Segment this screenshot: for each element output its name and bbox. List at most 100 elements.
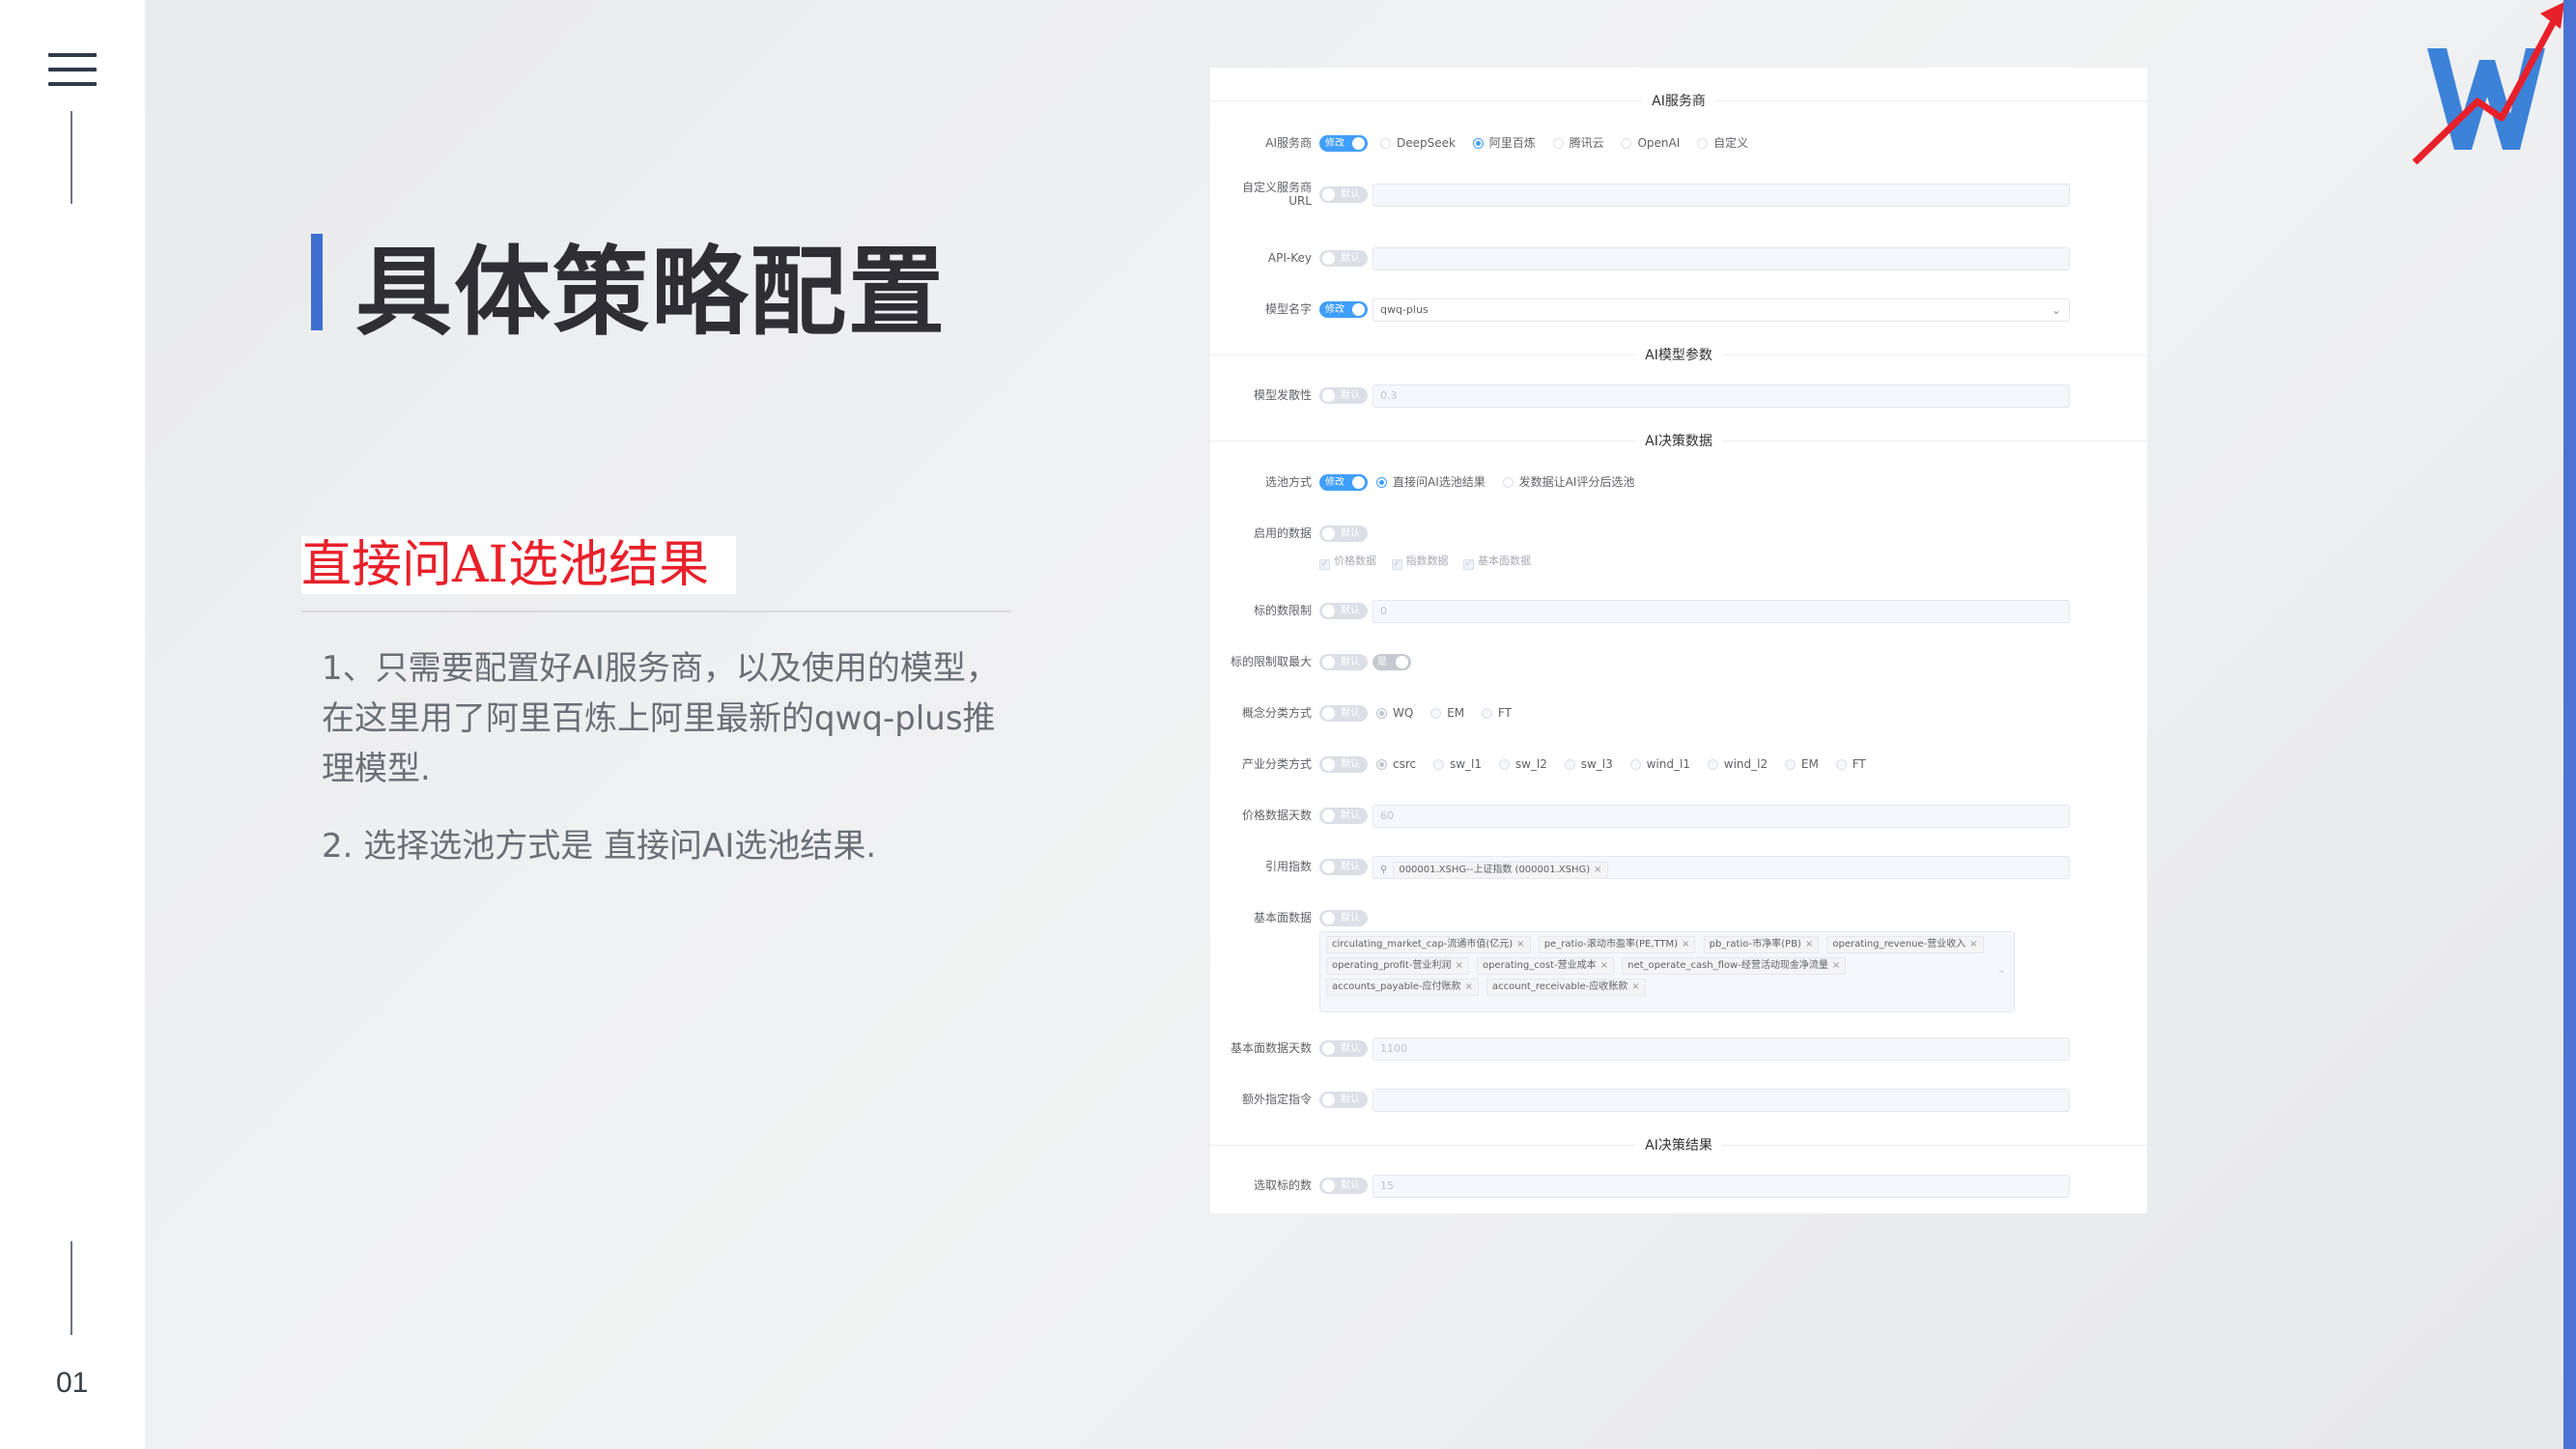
default-switch[interactable]: 默认	[1319, 705, 1368, 722]
ref-index-multiselect[interactable]: ⚲ 000001.XSHG--上证指数 (000001.XSHG) ×	[1373, 856, 2070, 879]
section-decision-data: AI决策数据	[1210, 430, 2147, 453]
field-label: 价格数据天数	[1241, 809, 1312, 822]
default-switch[interactable]: 默认	[1319, 1178, 1368, 1194]
row-fundamentals: 基本面数据 默认	[1210, 903, 2147, 932]
field-label: 选池方式	[1264, 475, 1312, 489]
api-key-input[interactable]	[1373, 247, 2070, 270]
fund-days-input[interactable]: 1100	[1373, 1037, 2070, 1061]
close-icon[interactable]: ×	[1594, 865, 1601, 875]
checkbox-index-data[interactable]: ✓ 指数数据	[1391, 553, 1449, 570]
close-icon[interactable]: ×	[1516, 939, 1524, 950]
tag-chip: pb_ratio-市净率(PB) ×	[1703, 936, 1820, 953]
tag-chip: 000001.XSHG--上证指数 (000001.XSHG) ×	[1393, 862, 1608, 879]
row-select-mode: 选池方式 修改 直接问AI选池结果 发数据让AI评分后选池	[1210, 468, 2147, 497]
close-icon[interactable]: ×	[1631, 981, 1639, 992]
row-fundamentals-tags: circulating_market_cap-流通市值(亿元) × pe_rati…	[1210, 931, 2147, 1014]
row-extra-cmd: 额外指定指令 默认	[1210, 1085, 2147, 1114]
close-icon[interactable]: ×	[1455, 960, 1462, 971]
close-icon[interactable]: ×	[1832, 960, 1840, 971]
pick-count-input[interactable]: 15	[1373, 1175, 2070, 1198]
tag-chip: operating_cost-营业成本 ×	[1476, 957, 1614, 975]
radio-wind-l1[interactable]: wind_l1	[1629, 750, 1690, 779]
field-label: 产业分类方式	[1241, 757, 1312, 771]
radio-sw-l2[interactable]: sw_l2	[1498, 750, 1547, 779]
row-pick-count: 选取标的数 默认 15	[1210, 1171, 2147, 1200]
section-title: AI服务商	[1642, 90, 1715, 113]
field-label: 自定义服务商 URL	[1241, 181, 1312, 208]
search-icon: ⚲	[1380, 865, 1388, 875]
radio-tencent-cloud[interactable]: 腾讯云	[1552, 128, 1604, 157]
row-limit-max: 标的限制取最大 默认 是	[1210, 647, 2147, 676]
default-switch[interactable]: 默认	[1319, 603, 1368, 619]
close-icon[interactable]: ×	[1600, 960, 1608, 971]
radio-csrc[interactable]: csrc	[1376, 750, 1416, 779]
default-switch[interactable]: 默认	[1319, 756, 1368, 773]
row-price-days: 价格数据天数 默认 60	[1210, 801, 2147, 830]
subheading-divider	[301, 611, 1011, 612]
default-switch[interactable]: 默认	[1319, 859, 1368, 875]
edit-switch[interactable]: 修改	[1319, 301, 1368, 318]
divergence-input[interactable]: 0.3	[1373, 384, 2070, 408]
edit-switch[interactable]: 修改	[1319, 474, 1368, 491]
field-label: AI服务商	[1265, 136, 1312, 150]
section-provider: AI服务商	[1210, 90, 2147, 113]
field-label: API-Key	[1267, 251, 1312, 265]
chevron-down-icon: ⌄	[2051, 303, 2061, 317]
radio-sw-l3[interactable]: sw_l3	[1564, 750, 1613, 779]
row-enabled-data: 启用的数据 默认	[1210, 519, 2147, 548]
radio-em[interactable]: EM	[1784, 750, 1819, 779]
radio-sw-l1[interactable]: sw_l1	[1432, 750, 1482, 779]
radio-openai[interactable]: OpenAI	[1621, 128, 1680, 157]
tag-chip: pe_ratio-滚动市盈率(PE,TTM) ×	[1538, 936, 1696, 953]
fundamentals-multiselect[interactable]: circulating_market_cap-流通市值(亿元) × pe_rati…	[1319, 931, 2015, 1012]
description-paragraph-1: 1、只需要配置好AI服务商，以及使用的模型，在这里用了阿里百炼上阿里最新的qwq…	[322, 649, 999, 788]
limit-max-toggle[interactable]: 是	[1373, 654, 1411, 670]
right-accent-strip	[2563, 0, 2576, 1449]
close-icon[interactable]: ×	[1464, 981, 1472, 992]
section-decision-result: AI决策结果	[1210, 1134, 2147, 1157]
w-growth-arrow-logo-icon	[2412, 2, 2564, 164]
radio-aliyun-bailian[interactable]: 阿里百炼	[1472, 128, 1536, 157]
model-name-select[interactable]: qwq-plus ⌄	[1373, 298, 2070, 322]
radio-ask-ai-directly[interactable]: 直接问AI选池结果	[1376, 468, 1486, 497]
hamburger-menu-icon[interactable]	[48, 53, 97, 86]
radio-deepseek[interactable]: DeepSeek	[1380, 128, 1456, 157]
radio-ft[interactable]: FT	[1835, 750, 1866, 779]
description-paragraph-2: 2. 选择选池方式是 直接问AI选池结果.	[322, 827, 877, 866]
default-switch[interactable]: 默认	[1319, 910, 1368, 926]
default-switch[interactable]: 默认	[1319, 1040, 1368, 1057]
close-icon[interactable]: ×	[1682, 939, 1689, 950]
default-switch[interactable]: 默认	[1319, 387, 1368, 404]
default-switch[interactable]: 默认	[1319, 526, 1368, 542]
radio-wq[interactable]: WQ	[1376, 698, 1413, 727]
tag-chip: operating_profit-营业利润 ×	[1326, 957, 1469, 975]
edit-switch[interactable]: 修改	[1319, 135, 1368, 152]
select-mode-radio-group: 直接问AI选池结果 发数据让AI评分后选池	[1376, 468, 1648, 497]
default-switch[interactable]: 默认	[1319, 654, 1368, 670]
custom-url-input[interactable]	[1373, 184, 2070, 207]
price-days-input[interactable]: 60	[1373, 805, 2070, 828]
default-switch[interactable]: 默认	[1319, 808, 1368, 824]
close-icon[interactable]: ×	[1805, 939, 1813, 950]
checkbox-price-data[interactable]: ✓ 价格数据	[1319, 553, 1376, 570]
concept-class-radio-group: WQ EM FT	[1376, 698, 1525, 727]
extra-cmd-input[interactable]	[1373, 1089, 2070, 1112]
default-switch[interactable]: 默认	[1319, 1092, 1368, 1108]
field-label: 选取标的数	[1253, 1179, 1312, 1192]
subheading: 直接问AI选池结果	[301, 536, 737, 594]
rail-divider-top	[71, 111, 72, 204]
target-limit-input[interactable]: 0	[1373, 600, 2070, 623]
field-label: 基本面数据天数	[1230, 1041, 1312, 1055]
radio-em[interactable]: EM	[1430, 698, 1464, 727]
tag-chip: account_receivable-应收账款 ×	[1486, 979, 1646, 996]
section-title: AI模型参数	[1635, 344, 1722, 367]
checkbox-fundamental-data[interactable]: ✓ 基本面数据	[1463, 553, 1531, 570]
radio-wind-l2[interactable]: wind_l2	[1707, 750, 1768, 779]
radio-ft[interactable]: FT	[1481, 698, 1512, 727]
default-switch[interactable]: 默认	[1319, 186, 1368, 203]
radio-ai-score-then-select[interactable]: 发数据让AI评分后选池	[1502, 468, 1634, 497]
radio-custom[interactable]: 自定义	[1697, 128, 1748, 157]
close-icon[interactable]: ×	[1969, 939, 1977, 950]
field-label: 概念分类方式	[1241, 706, 1312, 720]
default-switch[interactable]: 默认	[1319, 250, 1368, 267]
